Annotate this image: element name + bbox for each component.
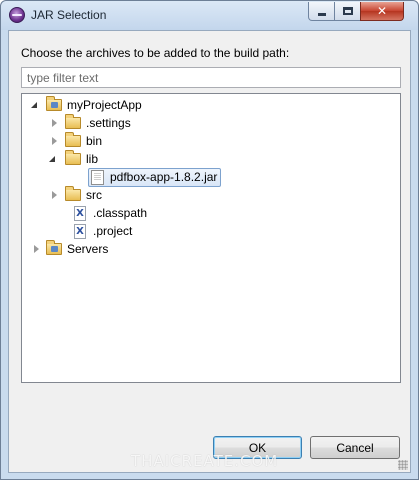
folder-icon xyxy=(65,150,81,165)
tree-label: bin xyxy=(86,134,103,148)
tree-label: myProjectApp xyxy=(67,98,142,112)
title-bar[interactable]: JAR Selection ✕ xyxy=(1,1,418,30)
archive-tree[interactable]: myProjectApp .settings bin lib pdfbox-ap… xyxy=(21,93,401,383)
collapse-arrow-icon[interactable] xyxy=(52,137,57,145)
watermark-text: THAICREATE.COM xyxy=(131,452,279,470)
maximize-button[interactable] xyxy=(334,2,361,21)
close-button[interactable]: ✕ xyxy=(360,2,404,21)
dialog-window: JAR Selection ✕ Choose the archives to b… xyxy=(0,0,419,480)
expand-arrow-icon[interactable] xyxy=(30,101,39,110)
jar-file-icon xyxy=(91,169,104,185)
maximize-icon xyxy=(342,7,353,15)
tree-label: pdfbox-app-1.8.2.jar xyxy=(110,170,218,184)
collapse-arrow-icon[interactable] xyxy=(52,191,57,199)
project-folder-icon xyxy=(46,96,62,111)
tree-node-settings[interactable]: .settings xyxy=(50,114,131,132)
selected-row[interactable]: pdfbox-app-1.8.2.jar xyxy=(88,167,222,187)
tree-node-jar[interactable]: pdfbox-app-1.8.2.jar xyxy=(88,167,222,187)
minimize-button[interactable] xyxy=(308,2,335,21)
minimize-icon xyxy=(317,12,326,16)
close-icon: ✕ xyxy=(376,4,388,18)
tree-node-classpath[interactable]: X .classpath xyxy=(74,204,147,222)
cancel-button[interactable]: Cancel xyxy=(310,436,400,459)
folder-icon xyxy=(65,132,81,147)
tree-label: src xyxy=(86,188,102,202)
tree-node-project-file[interactable]: X .project xyxy=(74,222,132,240)
tree-label: .classpath xyxy=(93,206,148,220)
tree-node-src[interactable]: src xyxy=(50,186,102,204)
tree-label: .settings xyxy=(86,116,131,130)
xml-file-icon: X xyxy=(74,205,86,221)
tree-label: Servers xyxy=(67,242,109,256)
eclipse-icon xyxy=(9,7,25,23)
resize-grip-icon[interactable] xyxy=(398,460,408,470)
dialog-prompt: Choose the archives to be added to the b… xyxy=(21,46,290,60)
dialog-body: Choose the archives to be added to the b… xyxy=(8,30,411,473)
collapse-arrow-icon[interactable] xyxy=(34,245,39,253)
window-title: JAR Selection xyxy=(31,8,107,22)
filter-input[interactable] xyxy=(21,67,401,88)
tree-label: lib xyxy=(86,152,99,166)
folder-icon xyxy=(65,114,81,129)
tree-node-servers[interactable]: Servers xyxy=(32,240,108,258)
project-folder-icon xyxy=(46,240,62,255)
tree-label: .project xyxy=(93,224,133,238)
collapse-arrow-icon[interactable] xyxy=(52,119,57,127)
tree-node-myprojectapp[interactable]: myProjectApp xyxy=(30,96,142,114)
tree-node-lib[interactable]: lib xyxy=(48,150,98,168)
xml-file-icon: X xyxy=(74,223,86,239)
folder-icon xyxy=(65,186,81,201)
tree-node-bin[interactable]: bin xyxy=(50,132,102,150)
expand-arrow-icon[interactable] xyxy=(48,155,57,164)
